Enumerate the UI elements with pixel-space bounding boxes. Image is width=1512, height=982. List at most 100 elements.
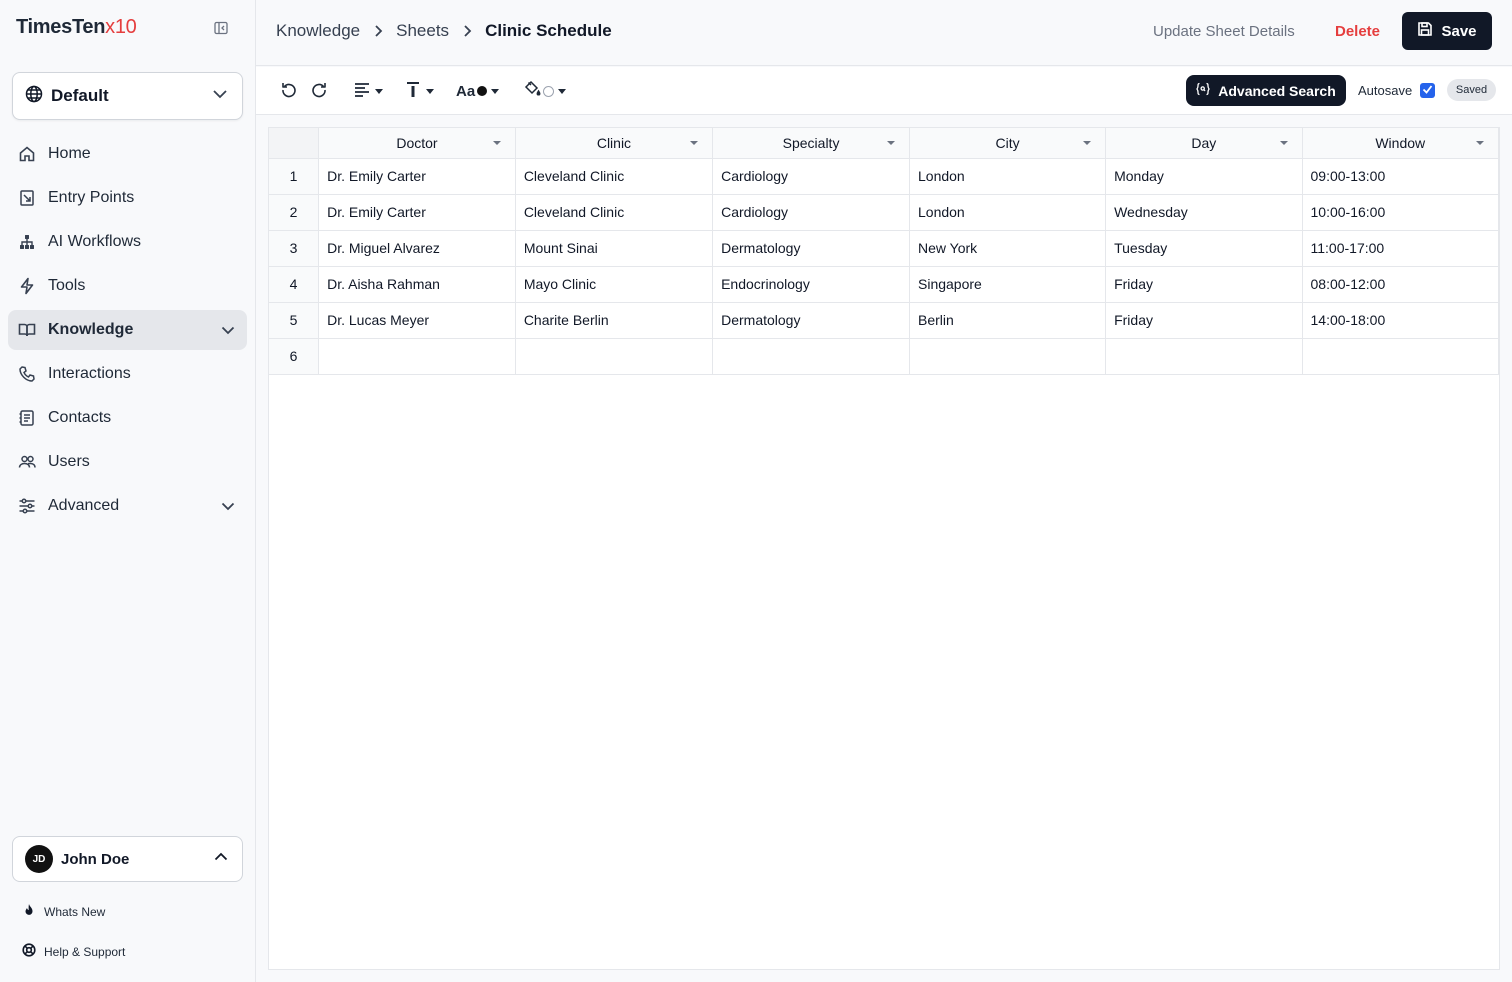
sidebar-item-entry-points[interactable]: Entry Points (8, 178, 247, 218)
table-row: 4 Dr. Aisha Rahman Mayo Clinic Endocrinolog… (269, 266, 1499, 303)
table-cell[interactable] (1105, 338, 1303, 375)
row-number[interactable]: 6 (269, 338, 320, 375)
table-cell[interactable] (1302, 338, 1499, 375)
table-cell[interactable] (712, 338, 910, 375)
vertical-align-dropdown[interactable] (404, 80, 434, 102)
autosave-checkbox[interactable] (1420, 83, 1435, 98)
table-cell[interactable]: Cleveland Clinic (515, 158, 714, 195)
row-number[interactable]: 5 (269, 302, 320, 339)
table-cell[interactable]: Mount Sinai (515, 230, 714, 267)
sidebar-item-label: Advanced (48, 497, 120, 514)
column-header-label: Doctor (396, 134, 438, 151)
advanced-search-button[interactable]: Advanced Search (1186, 75, 1346, 106)
sidebar-item-advanced[interactable]: Advanced (8, 486, 247, 526)
table-cell[interactable]: Dermatology (712, 302, 910, 339)
table-cell[interactable]: Friday (1105, 302, 1303, 339)
column-menu-caret-icon[interactable] (1476, 141, 1484, 145)
chevron-down-icon (219, 497, 237, 515)
table-cell[interactable]: Wednesday (1105, 194, 1303, 231)
help-support-link[interactable]: Help & Support (22, 943, 125, 960)
table-cell[interactable]: New York (909, 230, 1107, 267)
paint-bucket-icon (524, 80, 541, 102)
breadcrumb-knowledge[interactable]: Knowledge (276, 21, 360, 41)
help-support-label: Help & Support (44, 944, 126, 959)
sidebar-item-knowledge[interactable]: Knowledge (8, 310, 247, 350)
table-cell[interactable]: Monday (1105, 158, 1303, 195)
row-number[interactable]: 1 (269, 158, 320, 195)
table-cell[interactable]: 08:00-12:00 (1302, 266, 1499, 303)
sidebar-item-interactions[interactable]: Interactions (8, 354, 247, 394)
redo-button[interactable] (310, 80, 328, 102)
sidebar-item-home[interactable]: Home (8, 134, 247, 174)
sidebar-item-contacts[interactable]: Contacts (8, 398, 247, 438)
column-header[interactable]: City (909, 128, 1107, 159)
column-header[interactable]: Day (1105, 128, 1303, 159)
sidebar-item-tools[interactable]: Tools (8, 266, 247, 306)
table-cell[interactable] (909, 338, 1107, 375)
globe-icon (25, 85, 43, 108)
corner-cell[interactable] (269, 128, 320, 159)
table-cell[interactable]: 10:00-16:00 (1302, 194, 1499, 231)
collapse-sidebar-icon[interactable] (213, 20, 229, 36)
brand-name: TimesTen (16, 16, 106, 38)
table-cell[interactable]: Singapore (909, 266, 1107, 303)
column-header[interactable]: Doctor (318, 128, 516, 159)
user-menu[interactable]: JD John Doe (12, 836, 243, 882)
fill-color-dropdown[interactable] (524, 80, 566, 102)
table-cell[interactable]: Cleveland Clinic (515, 194, 714, 231)
column-header[interactable]: Specialty (712, 128, 910, 159)
column-header[interactable]: Clinic (515, 128, 714, 159)
row-number[interactable]: 4 (269, 266, 320, 303)
text-align-dropdown[interactable] (353, 80, 383, 102)
save-button[interactable]: Save (1402, 12, 1492, 50)
column-menu-caret-icon[interactable] (492, 141, 501, 145)
table-cell[interactable]: London (909, 158, 1107, 195)
table-cell[interactable]: Dr. Miguel Alvarez (318, 230, 516, 267)
table-cell[interactable]: Cardiology (712, 158, 910, 195)
table-row: 2 Dr. Emily Carter Cleveland Clinic Cardiol… (269, 194, 1499, 231)
table-cell[interactable]: Dermatology (712, 230, 910, 267)
table-cell[interactable] (515, 338, 714, 375)
table-cell[interactable]: Cardiology (712, 194, 910, 231)
table-cell[interactable]: London (909, 194, 1107, 231)
table-cell[interactable]: Charite Berlin (515, 302, 714, 339)
column-menu-caret-icon[interactable] (1083, 141, 1092, 145)
table-cell[interactable]: Friday (1105, 266, 1303, 303)
column-header[interactable]: Window (1302, 128, 1499, 159)
table-cell[interactable] (318, 338, 516, 375)
table-cell[interactable]: 14:00-18:00 (1302, 302, 1499, 339)
table-cell[interactable]: Endocrinology (712, 266, 910, 303)
column-menu-caret-icon[interactable] (690, 141, 699, 145)
chevron-down-icon (210, 84, 230, 109)
undo-button[interactable] (280, 80, 298, 102)
entry-points-icon (18, 189, 36, 207)
workspace-selector[interactable]: Default (12, 72, 243, 120)
table-cell[interactable]: Tuesday (1105, 230, 1303, 267)
table-cell[interactable]: Dr. Aisha Rahman (318, 266, 516, 303)
breadcrumb-sheets[interactable]: Sheets (396, 21, 449, 41)
row-number[interactable]: 3 (269, 230, 320, 267)
table-cell[interactable]: Dr. Lucas Meyer (318, 302, 516, 339)
flame-icon (22, 903, 36, 920)
brand-logo: TimesTenx10 (16, 16, 137, 39)
update-sheet-details-button[interactable]: Update Sheet Details (1153, 23, 1295, 40)
table-cell[interactable]: Dr. Emily Carter (318, 158, 516, 195)
sidebar-item-users[interactable]: Users (8, 442, 247, 482)
row-number[interactable]: 2 (269, 194, 320, 231)
delete-button[interactable]: Delete (1335, 23, 1380, 40)
column-menu-caret-icon[interactable] (1279, 141, 1288, 145)
sidebar-item-label: Contacts (48, 409, 112, 426)
whats-new-link[interactable]: Whats New (22, 903, 105, 920)
table-cell[interactable]: Mayo Clinic (515, 266, 714, 303)
font-label: Aa (456, 82, 476, 100)
saved-status-badge: Saved (1447, 79, 1496, 101)
column-menu-caret-icon[interactable] (887, 141, 895, 145)
table-cell[interactable]: Dr. Emily Carter (318, 194, 516, 231)
text-color-dropdown[interactable]: Aa (456, 80, 500, 102)
table-cell[interactable]: Berlin (909, 302, 1107, 339)
sidebar-item-ai-workflows[interactable]: AI Workflows (8, 222, 247, 262)
sidebar-item-label: Entry Points (48, 189, 135, 206)
floppy-disk-icon (1417, 21, 1433, 41)
table-cell[interactable]: 11:00-17:00 (1302, 230, 1499, 267)
table-cell[interactable]: 09:00-13:00 (1302, 158, 1499, 195)
